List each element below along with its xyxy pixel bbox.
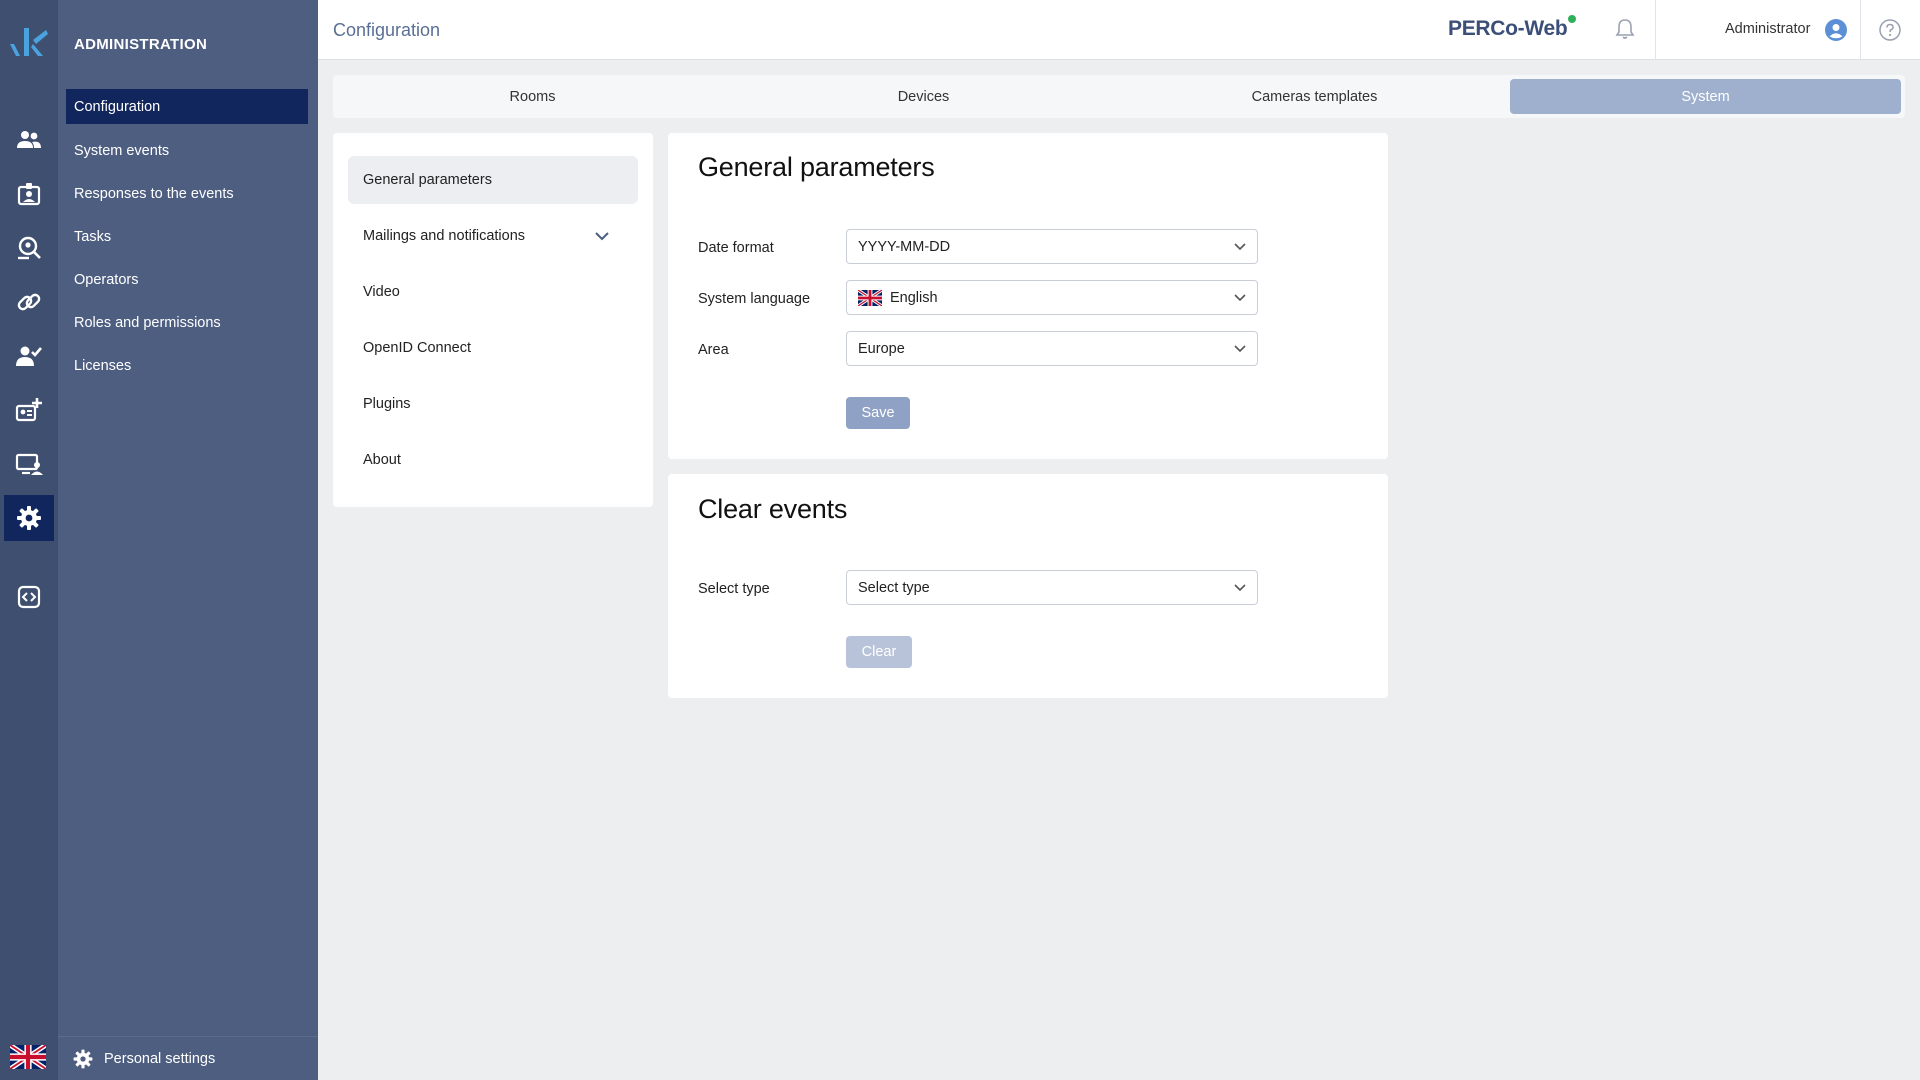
general-parameters-title: General parameters <box>698 152 935 182</box>
icon-rail <box>0 0 58 1080</box>
link-icon <box>17 293 41 311</box>
rail-code[interactable] <box>4 574 54 620</box>
user-name[interactable]: Administrator <box>1725 21 1810 37</box>
menu-item-video[interactable]: Video <box>348 268 638 316</box>
area-select[interactable]: Europe <box>846 331 1258 366</box>
rail-id-card-add[interactable] <box>4 387 54 433</box>
menu-item-about[interactable]: About <box>348 436 638 484</box>
code-icon <box>17 585 41 609</box>
logo-icon[interactable] <box>6 22 50 62</box>
date-format-label: Date format <box>698 240 774 256</box>
menu-item-label: Video <box>363 284 400 300</box>
top-header: Configuration PERCo-Web Administrator <box>318 0 1920 60</box>
personal-settings-button[interactable]: Personal settings <box>58 1036 318 1080</box>
menu-item-label: About <box>363 452 401 468</box>
menu-item-plugins[interactable]: Plugins <box>348 380 638 428</box>
rail-badge[interactable] <box>4 171 54 217</box>
sidebar-heading: ADMINISTRATION <box>74 36 208 53</box>
clear-events-title: Clear events <box>698 494 848 524</box>
sidebar-item-licenses[interactable]: Licenses <box>66 348 308 383</box>
menu-item-general-parameters[interactable]: General parameters <box>348 156 638 204</box>
menu-item-label: General parameters <box>363 172 492 188</box>
user-check-icon <box>16 346 42 366</box>
menu-item-mailings[interactable]: Mailings and notifications <box>348 212 638 260</box>
sidebar-item-configuration[interactable]: Configuration <box>66 89 308 124</box>
rail-settings[interactable] <box>4 495 54 541</box>
event-type-select[interactable]: Select type <box>846 570 1258 605</box>
brand-dot-icon <box>1568 15 1577 23</box>
config-tabs: Rooms Devices Cameras templates System <box>333 75 1905 118</box>
uk-flag-icon <box>858 289 882 306</box>
menu-item-label: Plugins <box>363 396 411 412</box>
chevron-down-icon <box>1234 584 1246 592</box>
uk-flag-icon[interactable] <box>10 1045 46 1069</box>
date-format-value: YYYY-MM-DD <box>858 238 951 255</box>
bell-icon[interactable] <box>1614 18 1636 40</box>
brand-logo: PERCo-Web <box>1448 15 1577 41</box>
sidebar-item-system-events[interactable]: System events <box>66 133 308 168</box>
sidebar-item-responses[interactable]: Responses to the events <box>66 176 308 211</box>
sidebar-item-operators[interactable]: Operators <box>66 262 308 297</box>
event-type-value: Select type <box>858 579 930 596</box>
header-divider <box>1655 0 1656 60</box>
rail-user-check[interactable] <box>4 333 54 379</box>
badge-icon <box>17 183 41 206</box>
system-language-value: English <box>890 289 938 306</box>
clear-events-panel: Clear events Select type Select type Cle… <box>668 474 1388 698</box>
general-parameters-panel: General parameters Date format YYYY-MM-D… <box>668 133 1388 459</box>
area-value: Europe <box>858 340 905 357</box>
personal-settings-label: Personal settings <box>104 1050 216 1067</box>
system-language-label: System language <box>698 291 811 307</box>
monitor-user-icon <box>15 453 43 475</box>
chevron-down-icon <box>1234 345 1246 353</box>
menu-item-label: OpenID Connect <box>363 340 472 356</box>
date-format-select[interactable]: YYYY-MM-DD <box>846 229 1258 264</box>
tab-rooms[interactable]: Rooms <box>337 79 728 114</box>
help-icon[interactable] <box>1878 18 1902 42</box>
clear-button[interactable]: Clear <box>846 636 912 668</box>
tab-system[interactable]: System <box>1510 79 1901 114</box>
select-type-label: Select type <box>698 581 770 597</box>
system-language-select[interactable]: English <box>846 280 1258 315</box>
area-label: Area <box>698 342 729 358</box>
rail-link[interactable] <box>4 279 54 325</box>
sidebar-item-tasks[interactable]: Tasks <box>66 219 308 254</box>
brand-text: PERCo-Web <box>1448 17 1568 40</box>
rail-search-location[interactable] <box>4 225 54 271</box>
chevron-down-icon <box>1234 243 1246 251</box>
page-title: Configuration <box>333 20 441 40</box>
tab-devices[interactable]: Devices <box>728 79 1119 114</box>
chevron-down-icon[interactable] <box>594 229 610 243</box>
gear-icon <box>73 1049 93 1068</box>
id-card-add-icon <box>15 398 42 422</box>
header-divider <box>1860 0 1861 60</box>
sidebar-item-roles[interactable]: Roles and permissions <box>66 305 308 340</box>
menu-item-label: Mailings and notifications <box>363 228 526 244</box>
tab-cameras-templates[interactable]: Cameras templates <box>1119 79 1510 114</box>
chevron-down-icon <box>1234 294 1246 302</box>
admin-sidebar: ADMINISTRATION Configuration System even… <box>58 0 318 1080</box>
user-avatar-icon[interactable] <box>1825 19 1847 41</box>
save-button[interactable]: Save <box>846 397 910 429</box>
rail-monitor-user[interactable] <box>4 441 54 487</box>
settings-menu: General parameters Mailings and notifica… <box>333 133 653 507</box>
people-icon <box>17 131 41 148</box>
gear-icon <box>17 506 41 530</box>
search-location-icon <box>18 236 41 260</box>
menu-item-openid-connect[interactable]: OpenID Connect <box>348 324 638 372</box>
rail-people[interactable] <box>4 117 54 163</box>
